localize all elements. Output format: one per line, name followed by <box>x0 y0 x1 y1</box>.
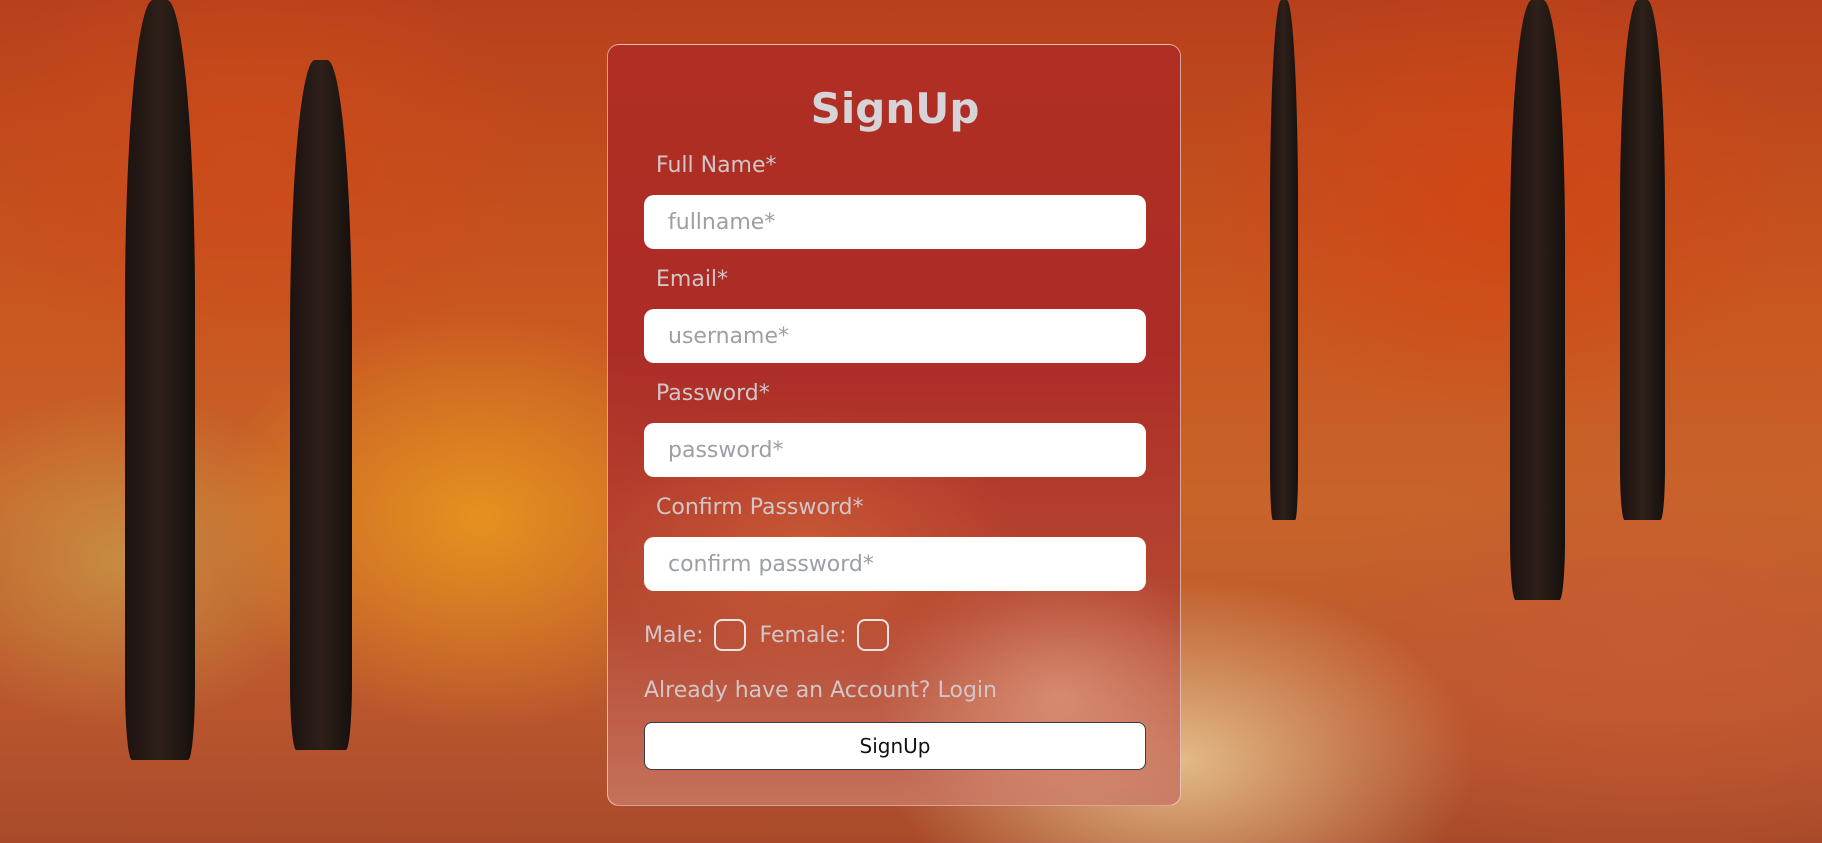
signup-button[interactable]: SignUp <box>644 722 1146 770</box>
page-title: SignUp <box>810 84 980 133</box>
email-input[interactable] <box>644 309 1146 363</box>
female-checkbox[interactable] <box>856 619 889 651</box>
female-label: Female: <box>759 622 847 648</box>
tree-trunk <box>290 60 352 750</box>
confirm-password-input[interactable] <box>644 537 1146 591</box>
tree-trunk <box>1620 0 1665 520</box>
login-prompt: Already have an Account? Login <box>644 676 997 706</box>
login-link[interactable]: Login <box>938 678 997 703</box>
account-prompt-text: Already have an Account? <box>644 678 931 703</box>
male-checkbox[interactable] <box>713 619 746 651</box>
gender-selector: Male: Female: <box>644 615 903 655</box>
confirm-password-label: Confirm Password* <box>656 495 864 520</box>
password-input[interactable] <box>644 423 1146 477</box>
signup-card: SignUp Full Name* Email* Password* Confi… <box>607 44 1181 806</box>
fullname-input[interactable] <box>644 195 1146 249</box>
tree-trunk <box>125 0 195 760</box>
password-label: Password* <box>656 381 770 406</box>
male-label: Male: <box>644 622 704 648</box>
tree-trunk <box>1510 0 1565 600</box>
tree-trunk <box>1270 0 1298 520</box>
fullname-label: Full Name* <box>656 153 777 178</box>
email-label: Email* <box>656 267 729 292</box>
